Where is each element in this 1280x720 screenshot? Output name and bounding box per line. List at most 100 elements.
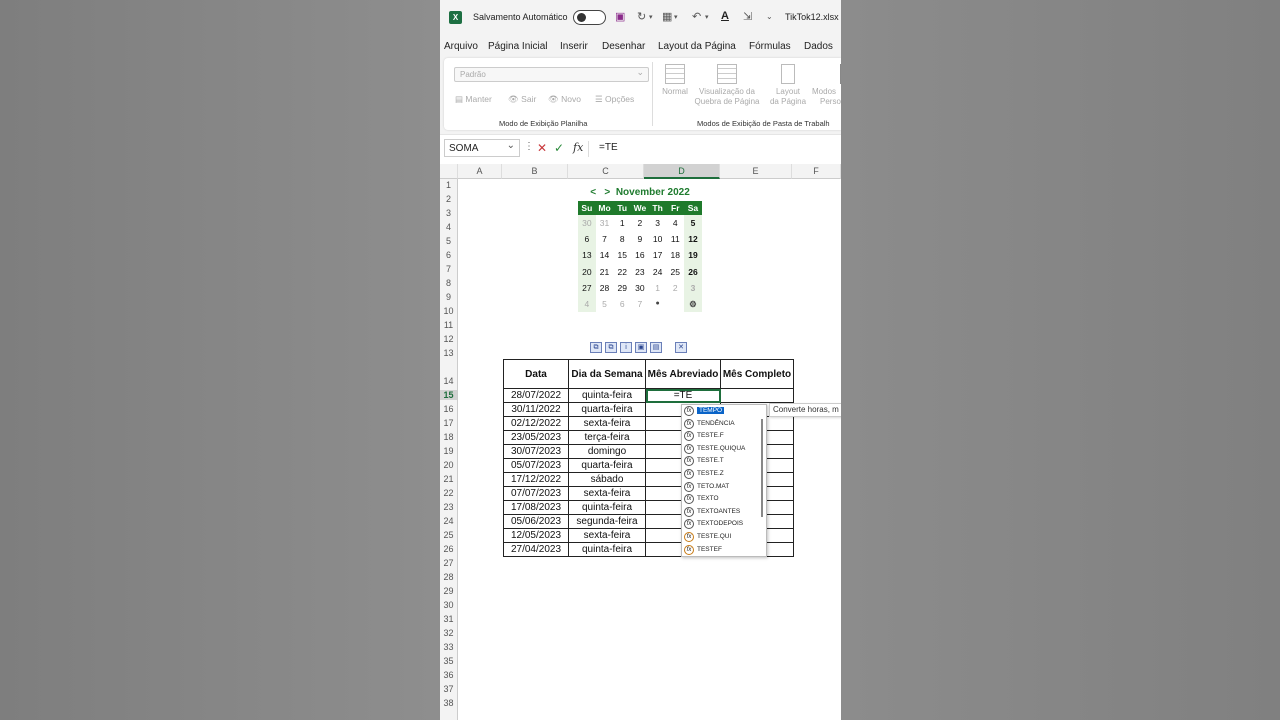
row-header[interactable]: 37 [440, 684, 457, 694]
table-cell[interactable]: 28/07/2022 [503, 388, 569, 403]
calendar-day[interactable]: 27 [578, 279, 596, 296]
row-header[interactable]: 12 [440, 334, 457, 344]
table-cell[interactable]: quinta-feira [568, 542, 646, 557]
autocomplete-item[interactable]: fx TESTE.QUIQUA [682, 443, 766, 456]
table-cell[interactable]: 05/07/2023 [503, 458, 569, 473]
formula-input[interactable]: =TE [599, 142, 618, 153]
row-header[interactable]: 17 [440, 418, 457, 428]
enter-icon[interactable]: ✓ [554, 141, 564, 155]
row-header[interactable]: 28 [440, 572, 457, 582]
redo-icon[interactable]: ↻ [637, 10, 646, 23]
autocomplete-item[interactable]: fx TEMPO [682, 405, 766, 418]
table-cell[interactable]: quinta-feira [568, 388, 646, 403]
calendar-day[interactable]: 10 [649, 231, 667, 247]
calendar-day[interactable]: 4 [578, 295, 596, 313]
keep-button[interactable]: ▤ Manter [455, 94, 492, 105]
tab-desenhar[interactable]: Desenhar [602, 41, 645, 52]
active-cell[interactable]: =TE [645, 388, 721, 403]
table-header-mes-abreviado[interactable]: Mês Abreviado [645, 359, 721, 389]
table-cell[interactable]: 05/06/2023 [503, 514, 569, 529]
row-header[interactable]: 4 [440, 222, 457, 232]
new-button[interactable]: 👁 Novo [548, 94, 581, 105]
calendar-day[interactable]: 5 [684, 215, 702, 232]
calendar-day[interactable]: 15 [613, 247, 631, 263]
page-break-preview-button[interactable]: Visualização da Quebra de Página [694, 64, 760, 107]
cancel-icon[interactable]: ✕ [537, 141, 547, 155]
row-header[interactable]: 13 [440, 348, 457, 358]
row-header[interactable]: 30 [440, 600, 457, 610]
tab-arquivo[interactable]: Arquivo [444, 41, 478, 52]
row-header[interactable]: 21 [440, 474, 457, 484]
calendar-day[interactable]: 28 [596, 280, 614, 296]
row-header[interactable]: 16 [440, 404, 457, 414]
image-icon[interactable]: ▣ [635, 342, 647, 353]
table-cell[interactable]: 17/12/2022 [503, 472, 569, 487]
row-header[interactable]: 31 [440, 614, 457, 624]
row-header[interactable]: 27 [440, 558, 457, 568]
table-cell[interactable]: sábado [568, 472, 646, 487]
calendar-day[interactable]: 1 [613, 215, 631, 231]
calendar-icon[interactable]: ▤ [650, 342, 662, 353]
calendar-day[interactable]: 2 [631, 215, 649, 231]
row-header[interactable]: 19 [440, 446, 457, 456]
row-header[interactable]: 1 [440, 180, 457, 190]
calendar-day[interactable]: 21 [596, 264, 614, 280]
row-header[interactable]: 11 [440, 320, 457, 330]
calendar-day[interactable]: 23 [631, 264, 649, 280]
table-cell[interactable]: 30/11/2022 [503, 402, 569, 417]
table-cell[interactable]: quarta-feira [568, 458, 646, 473]
table-cell[interactable] [720, 388, 794, 403]
worksheet-grid[interactable]: A B C D E F 1 2 3 4 5 6 7 8 9 10 11 12 1… [440, 162, 841, 720]
calendar-day[interactable]: 4 [666, 215, 684, 231]
row-header[interactable]: 26 [440, 544, 457, 554]
table-cell[interactable]: quinta-feira [568, 500, 646, 515]
column-header-c[interactable]: C [568, 164, 644, 179]
exit-button[interactable]: 👁 Sair [508, 94, 536, 105]
autosave-toggle[interactable] [573, 10, 606, 25]
row-header[interactable]: 23 [440, 502, 457, 512]
row-header[interactable]: 33 [440, 642, 457, 652]
autocomplete-item[interactable]: fx TETO.MAT [682, 481, 766, 494]
close-icon[interactable]: ✕ [675, 342, 687, 353]
table-header-data[interactable]: Data [503, 359, 569, 389]
table-cell[interactable]: domingo [568, 444, 646, 459]
previous-month-button[interactable]: < [590, 187, 596, 198]
tab-formulas[interactable]: Fórmulas [749, 41, 791, 52]
table-cell[interactable]: sexta-feira [568, 486, 646, 501]
table-cell[interactable]: 02/12/2022 [503, 416, 569, 431]
calendar-day[interactable]: 14 [596, 247, 614, 263]
row-header[interactable]: 32 [440, 628, 457, 638]
autocomplete-item[interactable]: fx TEXTO [682, 493, 766, 506]
row-header[interactable]: 3 [440, 208, 457, 218]
table-cell[interactable]: segunda-feira [568, 514, 646, 529]
custom-views-button[interactable]: Modos Perso [812, 64, 841, 107]
row-header[interactable]: 24 [440, 516, 457, 526]
calendar-day[interactable]: 16 [631, 247, 649, 263]
calendar-day[interactable]: 31 [596, 215, 614, 231]
row-header[interactable]: 25 [440, 530, 457, 540]
calendar-day[interactable]: 20 [578, 263, 596, 280]
restore-icon[interactable]: ⧉ [590, 342, 602, 353]
select-all-corner[interactable] [440, 164, 458, 179]
tab-pagina-inicial[interactable]: Página Inicial [488, 41, 547, 52]
table-icon[interactable]: ▦ [662, 10, 672, 23]
chevron-down-icon[interactable]: ▾ [649, 13, 653, 21]
table-cell[interactable]: sexta-feira [568, 528, 646, 543]
calendar-day[interactable]: 13 [578, 247, 596, 264]
table-cell[interactable]: quarta-feira [568, 402, 646, 417]
calendar-day[interactable]: 22 [613, 264, 631, 280]
autocomplete-item[interactable]: fx TESTE.F [682, 430, 766, 443]
column-header-a[interactable]: A [458, 164, 502, 179]
table-cell[interactable]: 27/04/2023 [503, 542, 569, 557]
row-header[interactable]: 35 [440, 656, 457, 666]
row-header[interactable]: 10 [440, 306, 457, 316]
tab-dados[interactable]: Dados [804, 41, 833, 52]
calendar-day[interactable]: 3 [649, 215, 667, 231]
row-header[interactable]: 14 [440, 376, 457, 386]
row-header[interactable]: 36 [440, 670, 457, 680]
table-cell[interactable]: sexta-feira [568, 416, 646, 431]
calendar-day[interactable]: 26 [684, 263, 702, 280]
calendar-day[interactable]: 7 [631, 296, 649, 312]
calendar-day[interactable]: 6 [578, 231, 596, 248]
row-header[interactable]: 22 [440, 488, 457, 498]
